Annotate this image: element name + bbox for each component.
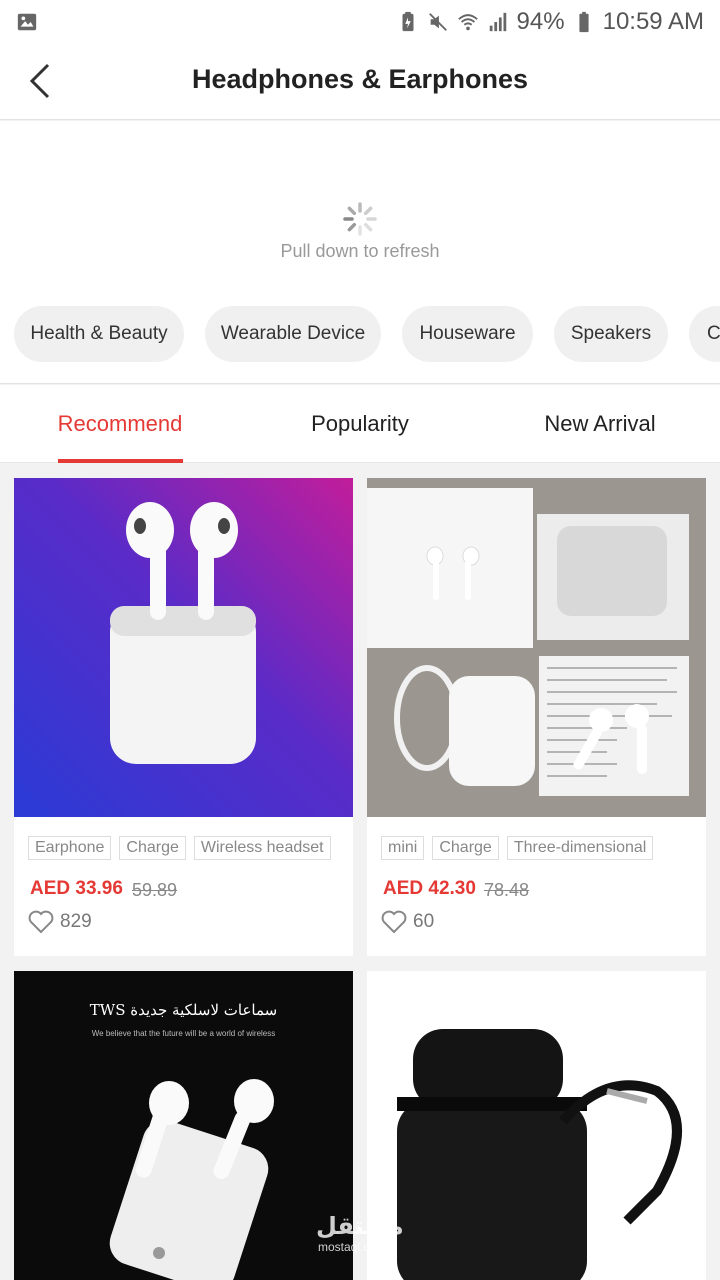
- category-more[interactable]: C: [689, 306, 720, 362]
- product-tag: Charge: [119, 836, 186, 860]
- battery-percent: 94%: [516, 8, 565, 35]
- product-price: AED 42.30: [383, 878, 476, 899]
- watermark-logo: مستقل: [316, 1213, 404, 1240]
- tab-new-arrival[interactable]: New Arrival: [480, 385, 720, 463]
- product-card[interactable]: TWS سماعات لاسلكية جديدة We believe that…: [14, 971, 353, 1280]
- product-old-price: 78.48: [484, 880, 530, 900]
- category-health-beauty[interactable]: Health & Beauty: [14, 306, 184, 362]
- sort-tabs: Recommend Popularity New Arrival: [0, 385, 720, 463]
- product-image: [14, 478, 353, 817]
- product-price: AED 33.96: [30, 878, 123, 899]
- clock: 10:59 AM: [602, 8, 704, 35]
- watermark-url: mostaql.com: [318, 1240, 387, 1254]
- product-card[interactable]: Earphone Charge Wireless headset AED 33.…: [14, 478, 353, 956]
- like-count: 829: [60, 911, 92, 932]
- category-speakers[interactable]: Speakers: [554, 306, 668, 362]
- like-count: 60: [413, 911, 435, 932]
- battery-saver-icon: [402, 11, 414, 32]
- app-header: Headphones & Earphones: [0, 44, 720, 120]
- signal-icon: [489, 12, 506, 32]
- mute-icon: [428, 13, 447, 31]
- category-houseware[interactable]: Houseware: [402, 306, 533, 362]
- product-tag: Earphone: [28, 836, 112, 860]
- category-wearable-device[interactable]: Wearable Device: [205, 306, 381, 362]
- product-tag: Charge: [432, 836, 499, 860]
- product-tag: Wireless headset: [193, 836, 331, 860]
- heart-icon: [381, 910, 407, 934]
- product-image: TWS سماعات لاسلكية جديدة We believe that…: [14, 971, 353, 1280]
- product-old-price: 59.89: [132, 880, 178, 900]
- page-title: Headphones & Earphones: [191, 64, 529, 94]
- tab-active-indicator: [58, 459, 183, 463]
- product-tags: mini Charge Three-dimensional: [381, 836, 654, 860]
- image-icon: [17, 13, 37, 31]
- status-bar: 94% 10:59 AM: [0, 0, 720, 44]
- product-tag: Three-dimensional: [506, 836, 654, 860]
- battery-icon: [579, 11, 589, 33]
- tab-popularity[interactable]: Popularity: [240, 385, 480, 463]
- product-image: [367, 971, 706, 1280]
- loading-spinner-icon: [343, 202, 377, 236]
- product-card[interactable]: mini Charge Three-dimensional AED 42.30 …: [367, 478, 706, 956]
- heart-icon: [28, 910, 54, 934]
- wifi-icon: [457, 14, 478, 31]
- product-image: [367, 478, 706, 817]
- product-tags: Earphone Charge Wireless headset: [28, 836, 331, 860]
- like-button[interactable]: 829: [28, 910, 92, 934]
- product-card[interactable]: [367, 971, 706, 1280]
- category-bar: Health & Beauty Wearable Device Housewar…: [0, 296, 720, 384]
- refresh-area: Pull down to refresh: [0, 121, 720, 296]
- refresh-hint: Pull down to refresh: [280, 241, 440, 261]
- tab-recommend[interactable]: Recommend: [0, 385, 240, 463]
- product-tag: mini: [381, 836, 425, 860]
- like-button[interactable]: 60: [381, 910, 434, 934]
